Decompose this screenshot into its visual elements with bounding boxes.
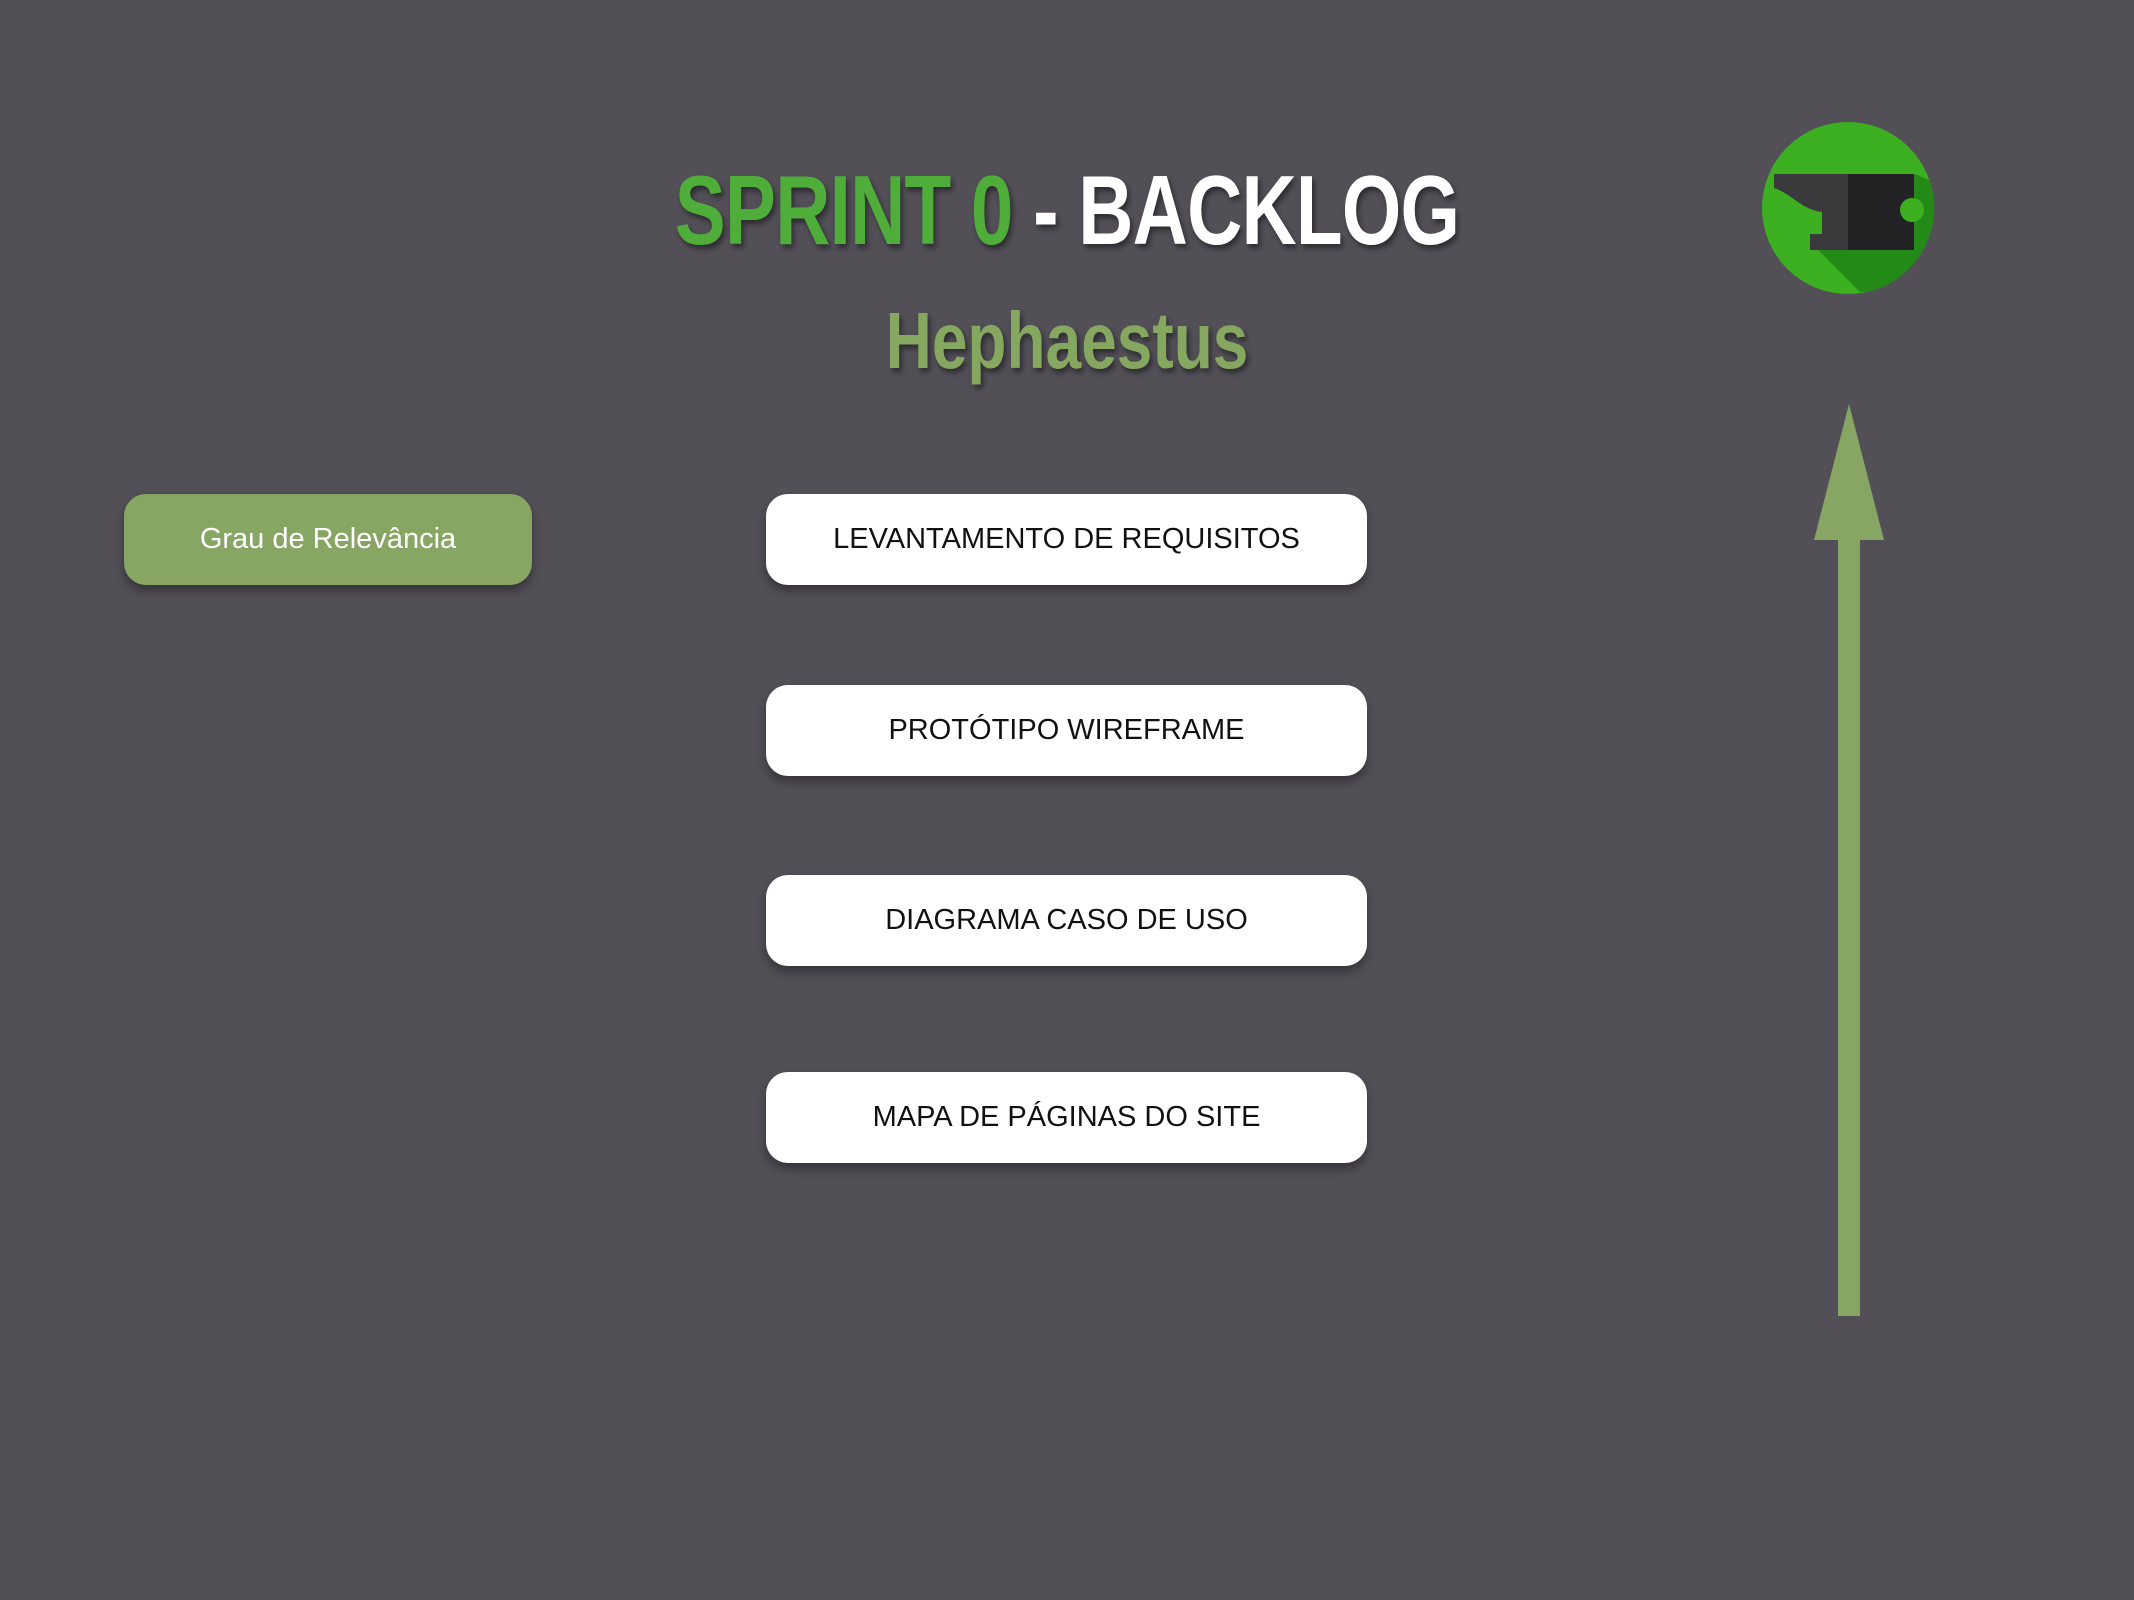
- backlog-item-wireframe: PROTÓTIPO WIREFRAME: [766, 685, 1367, 776]
- relevance-label: Grau de Relevância: [124, 494, 532, 585]
- page-title: SPRINT 0 - BACKLOG: [235, 150, 1900, 270]
- title-backlog: - BACKLOG: [1012, 155, 1460, 265]
- backlog-item-use-case: DIAGRAMA CASO DE USO: [766, 875, 1367, 966]
- arrow-up-icon: [1814, 404, 1884, 1316]
- backlog-item-site-map: MAPA DE PÁGINAS DO SITE: [766, 1072, 1367, 1163]
- anvil-logo-icon: [1762, 122, 1934, 294]
- project-name: Hephaestus: [885, 296, 1249, 385]
- title-sprint: SPRINT 0: [674, 155, 1014, 265]
- backlog-item-requirements: LEVANTAMENTO DE REQUISITOS: [766, 494, 1367, 585]
